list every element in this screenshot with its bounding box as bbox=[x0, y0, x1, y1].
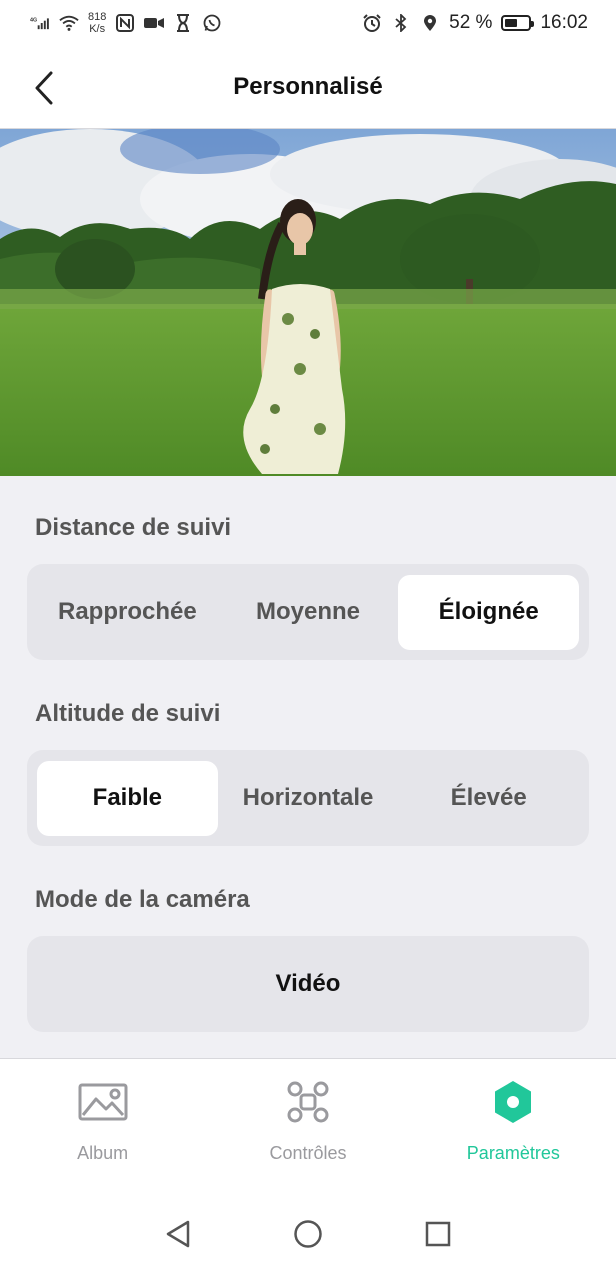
system-home-button[interactable] bbox=[291, 1217, 325, 1251]
wifi-icon bbox=[59, 14, 79, 32]
network-speed-unit: K/s bbox=[89, 23, 106, 35]
bottom-nav: Album Contrôles Paramètres bbox=[0, 1058, 616, 1188]
hourglass-icon bbox=[173, 14, 193, 32]
svg-text:4G: 4G bbox=[30, 17, 37, 23]
system-recents-button[interactable] bbox=[421, 1217, 455, 1251]
altitude-option-low[interactable]: Faible bbox=[37, 760, 218, 836]
chevron-left-icon bbox=[35, 71, 53, 105]
tracking-distance-segmented-control: Rapprochée Moyenne Éloignée bbox=[27, 564, 589, 660]
settings-icon bbox=[487, 1079, 539, 1125]
altitude-option-horizontal[interactable]: Horizontale bbox=[218, 761, 399, 836]
camera-mode-button[interactable]: Vidéo bbox=[27, 936, 589, 1032]
altitude-option-high[interactable]: Élevée bbox=[398, 761, 579, 836]
status-bar-left: 4G 818 K/s bbox=[30, 11, 222, 35]
square-recents-icon bbox=[425, 1221, 451, 1247]
distance-option-far[interactable]: Éloignée bbox=[398, 574, 580, 650]
alarm-icon bbox=[362, 14, 382, 32]
battery-icon bbox=[501, 15, 535, 31]
status-bar-right: 52 % 16:02 bbox=[362, 12, 588, 34]
image-icon bbox=[77, 1079, 129, 1125]
tracking-distance-label: Distance de suivi bbox=[35, 514, 232, 541]
back-button[interactable] bbox=[24, 66, 64, 110]
video-icon bbox=[144, 14, 165, 32]
triangle-back-icon bbox=[166, 1220, 190, 1248]
signal-icon: 4G bbox=[30, 14, 50, 32]
nav-album[interactable]: Album bbox=[0, 1059, 205, 1188]
whatsapp-icon bbox=[202, 14, 222, 32]
nav-album-label: Album bbox=[77, 1143, 129, 1163]
distance-option-close[interactable]: Rapprochée bbox=[37, 575, 218, 650]
system-nav-bar bbox=[0, 1188, 616, 1280]
nav-settings[interactable]: Paramètres bbox=[411, 1059, 616, 1188]
top-app-bar: Personnalisé bbox=[0, 46, 616, 129]
tracking-altitude-segmented-control: Faible Horizontale Élevée bbox=[27, 750, 589, 846]
camera-mode-label: Mode de la caméra bbox=[35, 886, 250, 913]
system-back-button[interactable] bbox=[161, 1217, 195, 1251]
nav-controls[interactable]: Contrôles bbox=[205, 1059, 410, 1188]
status-bar: 4G 818 K/s 52 % 16:02 bbox=[0, 0, 616, 46]
page-title: Personnalisé bbox=[233, 73, 383, 100]
circle-home-icon bbox=[294, 1220, 322, 1248]
nav-settings-label: Paramètres bbox=[466, 1143, 560, 1163]
nfc-icon bbox=[115, 14, 135, 32]
network-speed: 818 K/s bbox=[88, 11, 106, 35]
bluetooth-icon bbox=[391, 14, 411, 32]
tracking-altitude-label: Altitude de suivi bbox=[35, 700, 221, 727]
network-speed-value: 818 bbox=[88, 11, 107, 23]
nav-controls-label: Contrôles bbox=[269, 1143, 347, 1163]
preview-photo bbox=[0, 129, 616, 476]
location-icon bbox=[420, 14, 440, 32]
distance-option-medium[interactable]: Moyenne bbox=[218, 575, 399, 650]
clock: 16:02 bbox=[540, 12, 588, 33]
drone-icon bbox=[282, 1079, 334, 1125]
battery-percent: 52 % bbox=[449, 12, 493, 33]
